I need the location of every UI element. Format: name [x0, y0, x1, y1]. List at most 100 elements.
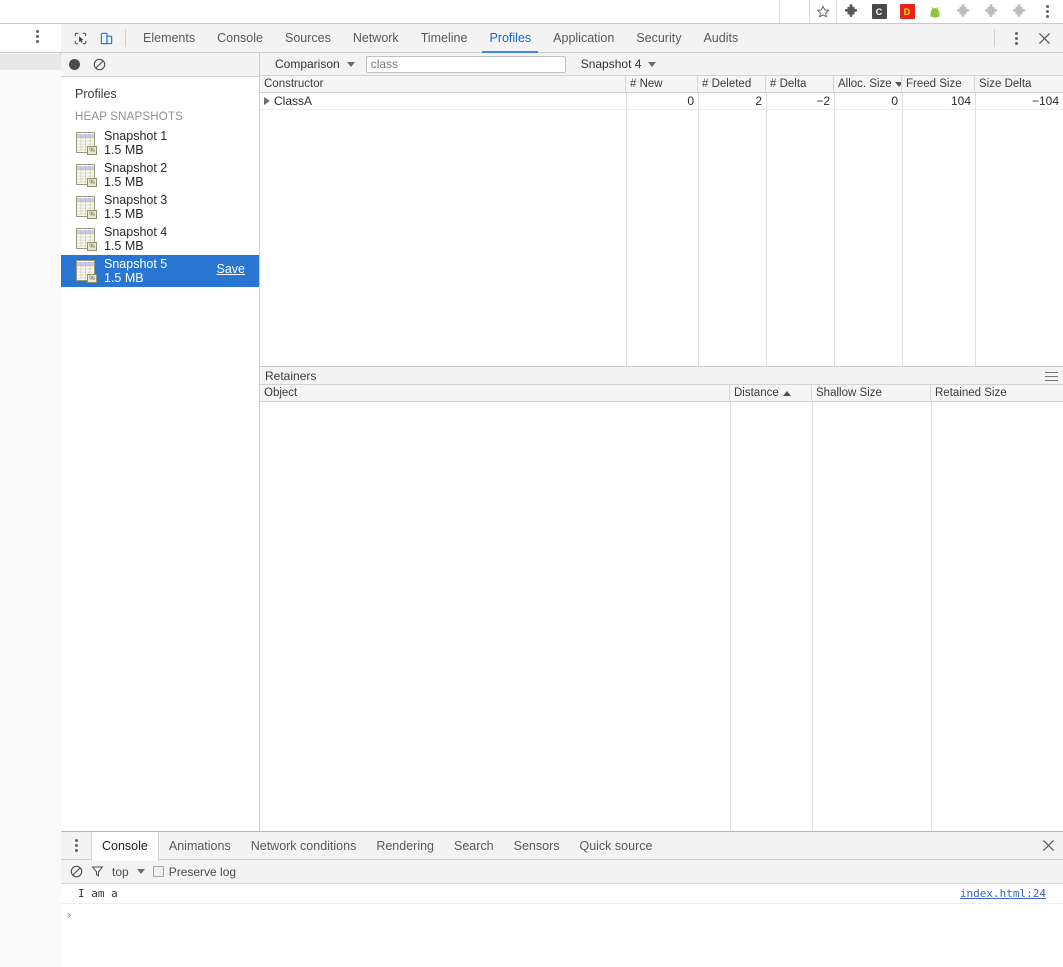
- drawer-tab-console[interactable]: Console: [91, 831, 159, 861]
- close-drawer-icon[interactable]: [1033, 832, 1063, 860]
- drawer-tab-label: Animations: [168, 838, 231, 853]
- close-devtools-icon[interactable]: [1031, 25, 1057, 51]
- column-label: Retained Size: [935, 387, 1007, 399]
- bookmark-star-icon[interactable]: [809, 0, 837, 23]
- column-divider: [834, 93, 835, 369]
- filter-console-icon[interactable]: [91, 865, 104, 878]
- column-header-constructor[interactable]: Constructor: [260, 76, 626, 92]
- column-header-alloc-size[interactable]: Alloc. Size: [834, 76, 902, 92]
- snapshot-item-5[interactable]: % Snapshot 5 1.5 MB Save: [61, 255, 259, 287]
- drawer-tab-label: Console: [102, 839, 148, 853]
- column-header-retained-size[interactable]: Retained Size: [931, 385, 1063, 401]
- tab-timeline[interactable]: Timeline: [410, 24, 479, 53]
- heap-snapshot-icon: %: [75, 227, 97, 251]
- snapshot-item-4[interactable]: % Snapshot 4 1.5 MB: [61, 223, 259, 255]
- console-message-source-link[interactable]: index.html:24: [960, 887, 1046, 900]
- chrome-menu-icon[interactable]: [1033, 0, 1061, 23]
- view-mode-select[interactable]: Comparison: [268, 55, 362, 74]
- record-heap-snapshot-button[interactable]: [69, 59, 80, 70]
- chevron-down-icon: [346, 61, 355, 67]
- console-message-text: I am a: [78, 887, 118, 900]
- column-header-delta[interactable]: # Delta: [766, 76, 834, 92]
- retainers-menu-icon[interactable]: [1045, 372, 1058, 384]
- snapshot-size: 1.5 MB: [104, 175, 144, 189]
- snapshot-label-group: Snapshot 2 1.5 MB: [104, 161, 167, 189]
- puzzle-extension-icon-2[interactable]: [949, 0, 977, 23]
- base-snapshot-label: Snapshot 4: [580, 57, 642, 71]
- clear-all-profiles-button[interactable]: [93, 58, 106, 71]
- tab-application[interactable]: Application: [542, 24, 625, 53]
- puzzle-extension-icon-4[interactable]: [1005, 0, 1033, 23]
- save-snapshot-link[interactable]: Save: [217, 262, 246, 276]
- console-input[interactable]: [71, 906, 1063, 922]
- drawer-menu-icon[interactable]: [61, 839, 91, 852]
- tab-profiles-label: Profiles: [489, 31, 532, 45]
- drawer-tab-quick-source[interactable]: Quick source: [569, 832, 662, 860]
- android-extension-icon[interactable]: [921, 0, 949, 23]
- console-message[interactable]: I am a index.html:24: [61, 884, 1063, 904]
- snapshot-item-3[interactable]: % Snapshot 3 1.5 MB: [61, 191, 259, 223]
- toggle-device-toolbar-icon[interactable]: [93, 25, 119, 51]
- preserve-log-checkbox[interactable]: [152, 866, 164, 877]
- tab-security[interactable]: Security: [625, 24, 692, 53]
- console-context-selector[interactable]: top: [112, 865, 129, 879]
- tab-profiles[interactable]: Profiles: [478, 24, 542, 53]
- column-header-freed-size[interactable]: Freed Size: [902, 76, 975, 92]
- puzzle-extension-icon-3[interactable]: [977, 0, 1005, 23]
- column-divider: [766, 93, 767, 369]
- cell-new: 0: [687, 93, 694, 108]
- snapshot-name: Snapshot 5: [104, 257, 168, 271]
- heap-snapshots-section-label: HEAP SNAPSHOTS: [75, 111, 184, 123]
- sort-ascending-icon: [782, 390, 791, 396]
- column-header-size-delta[interactable]: Size Delta: [975, 76, 1063, 92]
- percent-badge: %: [87, 178, 97, 187]
- devtools-toolbar-right: [988, 25, 1063, 51]
- toolbar-divider-right: [994, 29, 995, 47]
- tab-timeline-label: Timeline: [420, 31, 468, 45]
- devtools-drawer: Console Animations Network conditions Re…: [61, 831, 1063, 967]
- expand-triangle-icon[interactable]: [264, 97, 270, 105]
- snapshot-label-group: Snapshot 4 1.5 MB: [104, 225, 167, 253]
- column-label: Alloc. Size: [838, 78, 892, 90]
- drawer-tab-search[interactable]: Search: [444, 832, 504, 860]
- omnibox-area[interactable]: [0, 0, 780, 23]
- c-extension-icon[interactable]: C: [865, 0, 893, 23]
- retainers-grid-header: Object Distance Shallow Size Retained Si…: [260, 385, 1063, 402]
- drawer-tab-network-conditions[interactable]: Network conditions: [241, 832, 367, 860]
- snapshot-label-group: Snapshot 1 1.5 MB: [104, 129, 167, 157]
- column-header-object[interactable]: Object: [260, 385, 730, 401]
- column-header-shallow-size[interactable]: Shallow Size: [812, 385, 931, 401]
- constructors-grid-header: Constructor # New # Deleted # Delta Allo…: [260, 76, 1063, 93]
- inspect-element-icon[interactable]: [67, 25, 93, 51]
- drawer-tab-animations[interactable]: Animations: [159, 832, 241, 860]
- tab-network[interactable]: Network: [342, 24, 410, 53]
- base-snapshot-select[interactable]: Snapshot 4: [574, 55, 664, 74]
- d-extension-icon[interactable]: D: [893, 0, 921, 23]
- console-prompt-row[interactable]: ›: [61, 904, 1063, 924]
- tab-console[interactable]: Console: [206, 24, 274, 53]
- puzzle-extension-icon[interactable]: [837, 0, 865, 23]
- tab-audits[interactable]: Audits: [692, 24, 749, 53]
- snapshot-label-group: Snapshot 3 1.5 MB: [104, 193, 167, 221]
- page-viewport-strip: [0, 24, 61, 967]
- preserve-log-toggle[interactable]: Preserve log: [152, 865, 236, 879]
- table-row[interactable]: ClassA 0 2 −2 0 104 −104: [260, 93, 1063, 110]
- snapshot-size: 1.5 MB: [104, 207, 144, 221]
- drawer-tab-rendering[interactable]: Rendering: [366, 832, 444, 860]
- cell-size-delta: −104: [1031, 93, 1059, 108]
- more-options-icon[interactable]: [1001, 31, 1031, 45]
- column-header-new[interactable]: # New: [626, 76, 698, 92]
- column-header-distance[interactable]: Distance: [730, 385, 812, 401]
- clear-console-icon[interactable]: [70, 865, 83, 878]
- class-filter-input[interactable]: [365, 55, 566, 73]
- tab-elements[interactable]: Elements: [132, 24, 206, 53]
- snapshot-item-1[interactable]: % Snapshot 1 1.5 MB: [61, 127, 259, 159]
- snapshot-item-2[interactable]: % Snapshot 2 1.5 MB: [61, 159, 259, 191]
- chevron-down-icon[interactable]: [136, 869, 145, 874]
- column-header-deleted[interactable]: # Deleted: [698, 76, 766, 92]
- column-divider: [698, 93, 699, 369]
- snapshot-name: Snapshot 3: [104, 193, 168, 207]
- tab-sources[interactable]: Sources: [274, 24, 342, 53]
- devtools-main-menu-icon[interactable]: [36, 30, 39, 43]
- drawer-tab-sensors[interactable]: Sensors: [504, 832, 570, 860]
